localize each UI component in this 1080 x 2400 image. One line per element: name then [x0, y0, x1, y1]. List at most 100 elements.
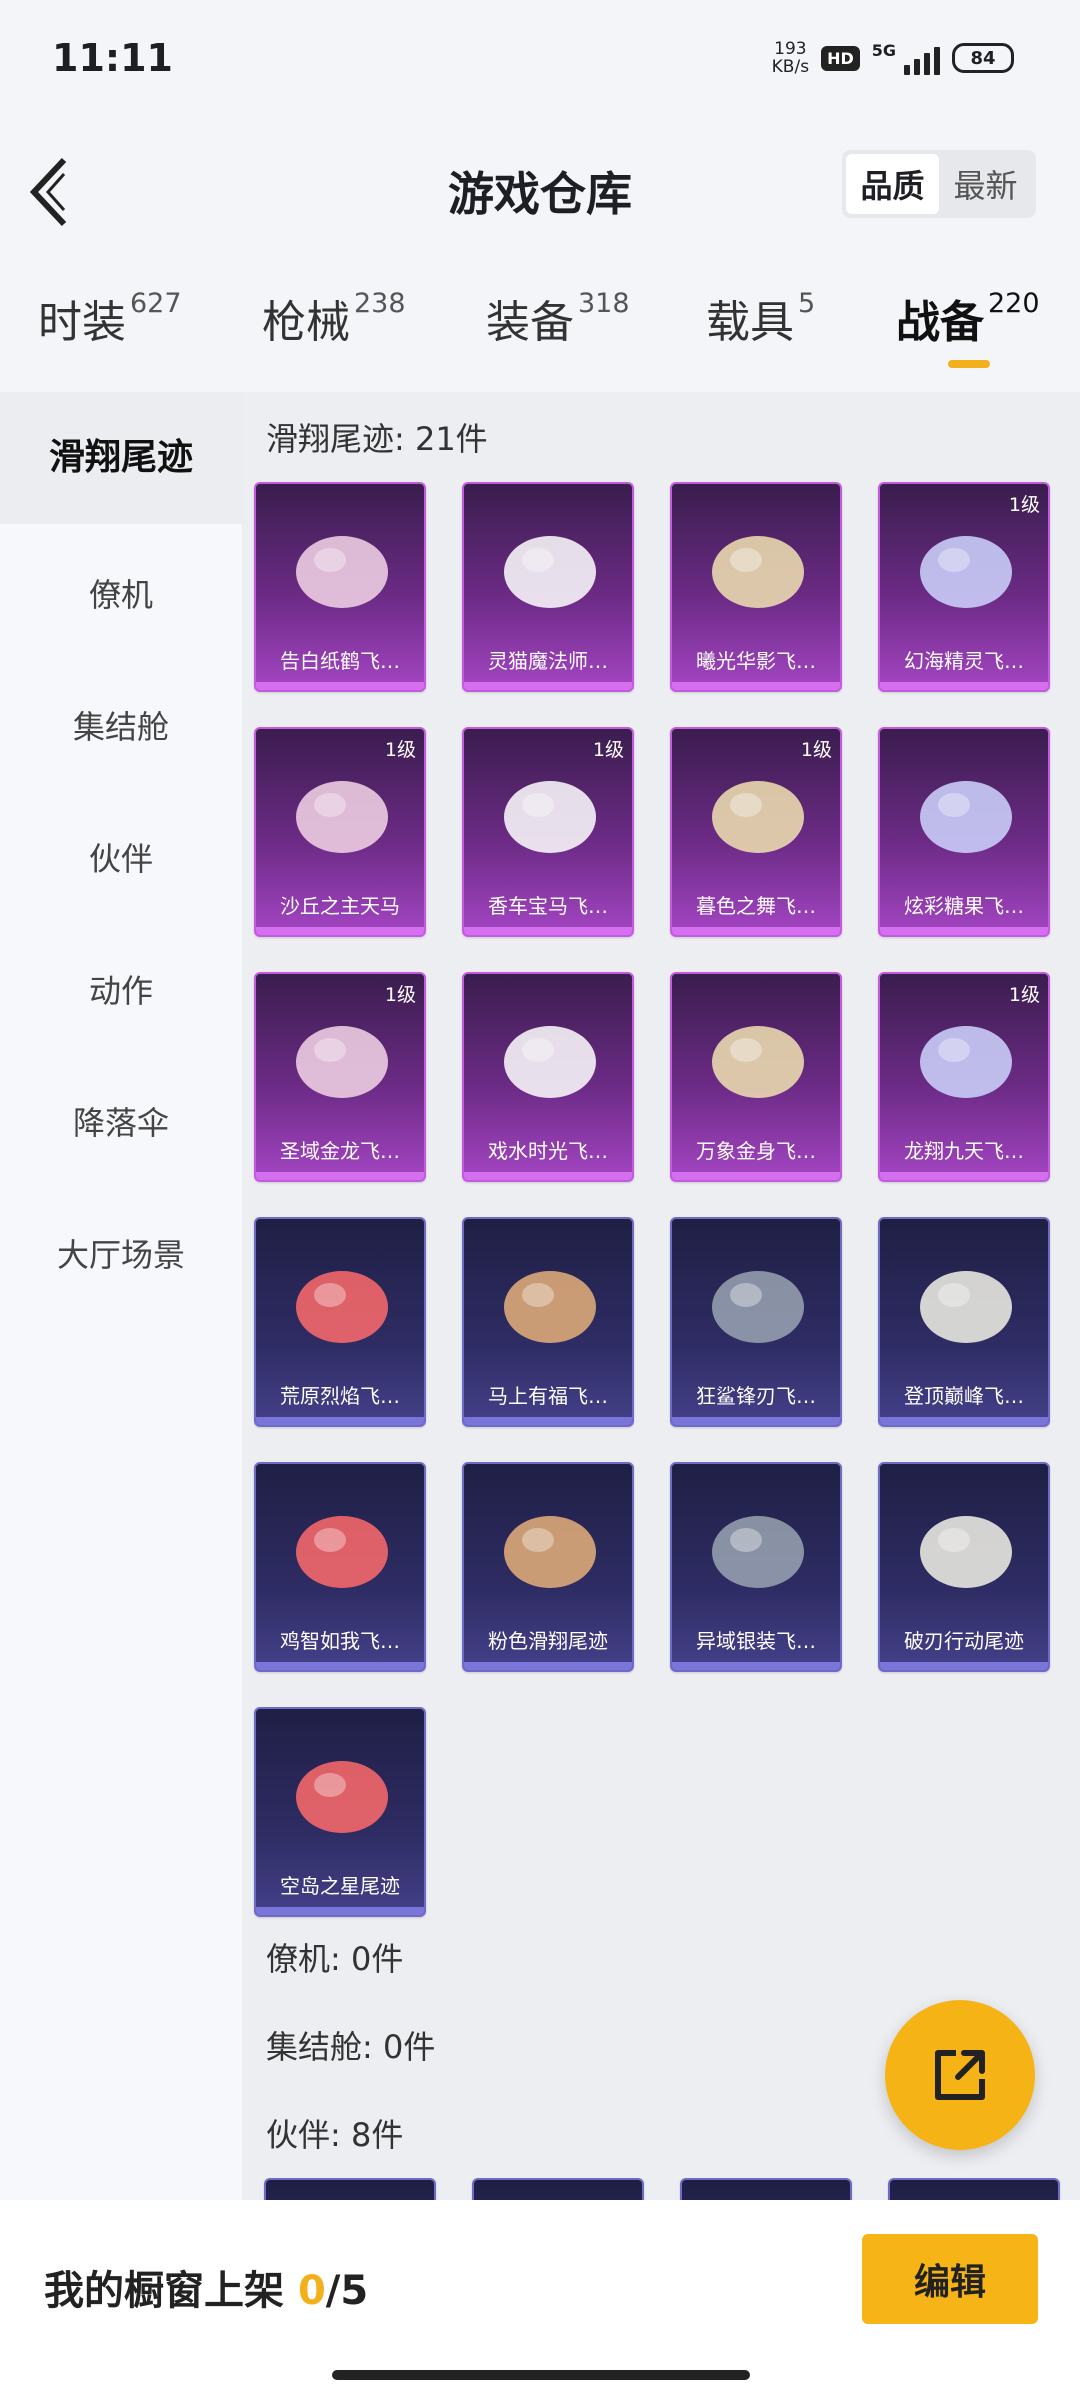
comet-icon: [688, 751, 828, 879]
signal-icon: 5G: [872, 41, 940, 75]
rarity-strip: [672, 927, 840, 935]
showcase-label: 我的橱窗上架: [44, 2268, 298, 2314]
rarity-strip: [464, 927, 632, 935]
share-button[interactable]: [885, 2000, 1035, 2150]
tab-equipment[interactable]: 装备 318: [486, 286, 630, 350]
item-name: 香车宝马飞…: [488, 894, 608, 918]
mask-glider-icon: [688, 1486, 828, 1614]
sidebar-item-lobby-scene[interactable]: 大厅场景: [0, 1230, 242, 1276]
dragon-icon: [272, 996, 412, 1124]
item-card[interactable]: 登顶巅峰飞…: [878, 1217, 1050, 1427]
carriage-icon: [480, 751, 620, 879]
item-card[interactable]: 荒原烈焰飞…: [254, 1217, 426, 1427]
tab-label: 时装: [38, 297, 126, 348]
item-card[interactable]: 万象金身飞…: [670, 972, 842, 1182]
tab-label: 战备: [896, 297, 984, 348]
partner-card[interactable]: [264, 2178, 436, 2200]
rarity-strip: [256, 1662, 424, 1670]
item-card[interactable]: 灵猫魔法师…: [462, 482, 634, 692]
item-level-badge: 1级: [384, 984, 416, 1006]
jet-icon: [896, 1241, 1036, 1369]
rainbow-trail-icon: [896, 1486, 1036, 1614]
item-card[interactable]: 1级 龙翔九天飞…: [878, 972, 1050, 1182]
item-card[interactable]: 1级圣域金龙飞…: [254, 972, 426, 1182]
tab-count: 5: [798, 288, 816, 319]
item-name: 荒原烈焰飞…: [280, 1384, 400, 1408]
tab-war-prep[interactable]: 战备 220: [896, 286, 1040, 350]
sidebar: 滑翔尾迹 僚机 集结舱 伙伴 动作 降落伞 大厅场景: [0, 392, 242, 2200]
item-name: 鸡智如我飞…: [280, 1629, 400, 1653]
item-name: 曦光华影飞…: [696, 649, 816, 673]
sort-latest-button[interactable]: 最新: [939, 154, 1032, 214]
tab-vehicles[interactable]: 载具 5: [706, 286, 815, 350]
rarity-strip: [464, 1172, 632, 1180]
item-name: 异域银装飞…: [696, 1629, 816, 1653]
item-card[interactable]: 1级 暮色之舞飞…: [670, 727, 842, 937]
section-title-rally-pod: 集结舱: 0件: [266, 2028, 436, 2066]
sidebar-item-action[interactable]: 动作: [0, 966, 242, 1012]
black-dragon-icon: [896, 996, 1036, 1124]
item-card[interactable]: 空岛之星尾迹: [254, 1707, 426, 1917]
chicken-icon: [272, 1486, 412, 1614]
item-card[interactable]: 1级 幻海精灵飞…: [878, 482, 1050, 692]
item-card[interactable]: 异域银装飞…: [670, 1462, 842, 1672]
item-level-badge: 1级: [800, 739, 832, 761]
item-name: 狂鲨锋刃飞…: [696, 1384, 816, 1408]
item-name: 圣域金龙飞…: [280, 1139, 400, 1163]
sidebar-item-rally-pod[interactable]: 集结舱: [0, 702, 242, 748]
sort-toggle: 品质 最新: [842, 150, 1036, 218]
item-name: 登顶巅峰飞…: [904, 1384, 1024, 1408]
status-icons: 193 KB/s HD 5G 84: [772, 40, 1014, 76]
sidebar-item-partner[interactable]: 伙伴: [0, 834, 242, 880]
item-name: 粉色滑翔尾迹: [488, 1629, 608, 1653]
hd-badge: HD: [821, 45, 860, 71]
item-card[interactable]: 狂鲨锋刃飞…: [670, 1217, 842, 1427]
item-level-badge: 1级: [384, 739, 416, 761]
edit-button[interactable]: 编辑: [862, 2234, 1038, 2324]
sidebar-item-glide-trail[interactable]: 滑翔尾迹: [0, 392, 242, 524]
tab-fashion[interactable]: 时装 627: [38, 286, 182, 350]
cat-icon: [480, 506, 620, 634]
item-name: 空岛之星尾迹: [280, 1874, 400, 1898]
home-indicator[interactable]: [332, 2370, 750, 2380]
item-name: 戏水时光飞…: [488, 1139, 608, 1163]
rarity-strip: [464, 682, 632, 690]
item-card[interactable]: 1级 沙丘之主天马: [254, 727, 426, 937]
showcase-current-count: 0: [297, 2268, 326, 2314]
item-card[interactable]: 炫彩糖果飞…: [878, 727, 1050, 937]
sidebar-item-wingman[interactable]: 僚机: [0, 570, 242, 616]
sidebar-item-parachute[interactable]: 降落伞: [0, 1098, 242, 1144]
partner-card[interactable]: [888, 2178, 1060, 2200]
item-name: 马上有福飞…: [488, 1384, 608, 1408]
bottom-bar: 我的橱窗上架 0/5 编辑: [0, 2200, 1080, 2400]
partner-card[interactable]: [680, 2178, 852, 2200]
section-title-glide-trail: 滑翔尾迹: 21件: [266, 420, 488, 458]
rarity-strip: [256, 682, 424, 690]
item-card[interactable]: 鸡智如我飞…: [254, 1462, 426, 1672]
header: 游戏仓库 品质 最新: [0, 120, 1080, 260]
item-card[interactable]: 粉色滑翔尾迹: [462, 1462, 634, 1672]
flower-icon: [688, 506, 828, 634]
flame-glider-icon: [272, 1241, 412, 1369]
partner-card[interactable]: [472, 2178, 644, 2200]
rarity-strip: [880, 1172, 1048, 1180]
tab-label: 枪械: [262, 297, 350, 348]
rarity-strip: [672, 682, 840, 690]
network-speed-unit: KB/s: [771, 57, 810, 77]
section-title-wingman: 僚机: 0件: [266, 1940, 404, 1978]
item-card[interactable]: 破刃行动尾迹: [878, 1462, 1050, 1672]
item-card[interactable]: 告白纸鹤飞…: [254, 482, 426, 692]
rarity-strip: [672, 1172, 840, 1180]
item-card[interactable]: 曦光华影飞…: [670, 482, 842, 692]
item-name: 破刃行动尾迹: [904, 1629, 1024, 1653]
sort-quality-button[interactable]: 品质: [846, 154, 939, 214]
share-icon: [935, 2050, 985, 2100]
item-card[interactable]: 马上有福飞…: [462, 1217, 634, 1427]
rarity-strip: [880, 1662, 1048, 1670]
rarity-strip: [256, 1907, 424, 1915]
item-card[interactable]: 戏水时光飞…: [462, 972, 634, 1182]
tab-guns[interactable]: 枪械 238: [262, 286, 406, 350]
tab-label: 装备: [486, 297, 574, 348]
item-card[interactable]: 1级 香车宝马飞…: [462, 727, 634, 937]
showcase-status: 我的橱窗上架 0/5: [44, 2258, 368, 2316]
